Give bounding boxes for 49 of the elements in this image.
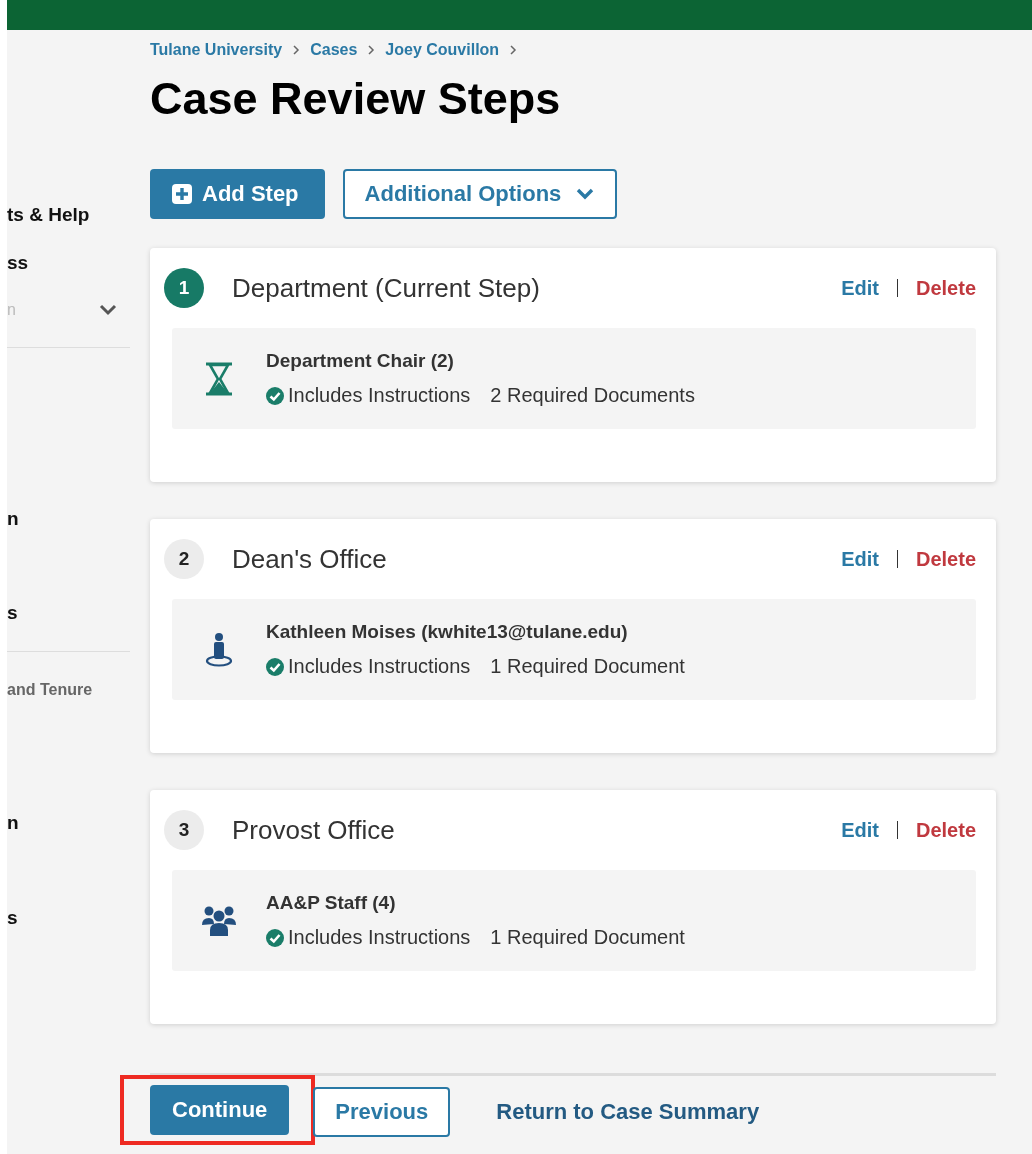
- step-title: Department (Current Step): [232, 272, 541, 304]
- page-title: Case Review Steps: [150, 73, 562, 125]
- delete-link[interactable]: Delete: [915, 276, 976, 300]
- documents-label: 2 Required Documents: [490, 384, 695, 407]
- delete-link[interactable]: Delete: [915, 818, 976, 842]
- plus-square-icon: [172, 184, 192, 204]
- chevron-right-icon: [367, 45, 376, 55]
- step-number: 1: [164, 268, 204, 308]
- hourglass-icon: [204, 361, 234, 396]
- edit-link[interactable]: Edit: [841, 547, 879, 571]
- delete-link[interactable]: Delete: [915, 547, 976, 571]
- sidebar-item[interactable]: ss: [7, 252, 29, 273]
- sidebar-item[interactable]: ts & Help: [7, 204, 90, 225]
- step-number: 3: [164, 810, 204, 850]
- check-circle-icon: [266, 386, 284, 405]
- step-number: 2: [164, 539, 204, 579]
- instructions-label: Includes Instructions: [288, 655, 471, 678]
- group-icon: [201, 904, 237, 937]
- step-title: Dean's Office: [232, 543, 388, 575]
- step-title: Provost Office: [232, 814, 396, 846]
- edit-link[interactable]: Edit: [841, 276, 879, 300]
- sidebar-item[interactable]: n: [7, 508, 19, 529]
- assignee-name: Kathleen Moises (kwhite13@tulane.edu): [266, 621, 629, 643]
- sidebar-item[interactable]: and Tenure: [7, 681, 93, 698]
- assignee-name: AA&P Staff (4): [266, 892, 397, 914]
- additional-options-button[interactable]: Additional Options: [342, 169, 618, 219]
- previous-button[interactable]: Previous: [313, 1087, 451, 1137]
- continue-button[interactable]: Continue: [150, 1085, 290, 1135]
- instructions-label: Includes Instructions: [288, 926, 471, 949]
- chevron-down-icon: [99, 304, 117, 316]
- documents-label: 1 Required Document: [490, 655, 685, 678]
- sidebar-item[interactable]: s: [7, 907, 18, 928]
- breadcrumb-link[interactable]: Cases: [310, 41, 358, 59]
- assignee-name: Department Chair (2): [266, 350, 455, 372]
- person-icon: [205, 631, 233, 668]
- sidebar-item[interactable]: s: [7, 602, 18, 623]
- add-step-button[interactable]: Add Step: [150, 169, 325, 219]
- breadcrumb-link[interactable]: Tulane University: [150, 41, 283, 59]
- instructions-label: Includes Instructions: [288, 384, 471, 407]
- breadcrumb-link[interactable]: Joey Couvillon: [385, 41, 500, 59]
- chevron-down-icon: [575, 187, 596, 201]
- check-circle-icon: [266, 928, 284, 947]
- sidebar-item[interactable]: n: [7, 812, 19, 833]
- chevron-right-icon: [292, 45, 301, 55]
- edit-link[interactable]: Edit: [841, 818, 879, 842]
- check-circle-icon: [266, 657, 284, 676]
- documents-label: 1 Required Document: [490, 926, 685, 949]
- return-link[interactable]: Return to Case Summary: [496, 1099, 760, 1125]
- chevron-right-icon: [509, 45, 518, 55]
